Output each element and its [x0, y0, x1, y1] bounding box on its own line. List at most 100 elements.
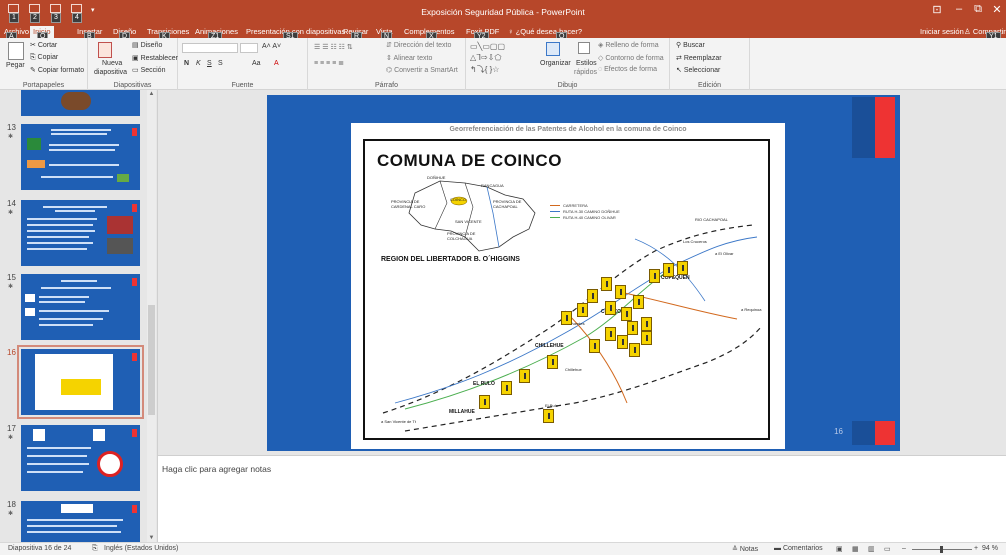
- map-title: Georreferenciación de las Patentes de Al…: [449, 126, 687, 133]
- slide-sorter-button[interactable]: ▦: [852, 545, 859, 553]
- license-marker[interactable]: [617, 335, 628, 349]
- slide-thumbnail-18[interactable]: [21, 501, 140, 542]
- arrange-icon[interactable]: [546, 42, 560, 56]
- license-marker[interactable]: [589, 339, 600, 353]
- shadow-button[interactable]: S: [218, 60, 223, 67]
- shape-effects-button[interactable]: ◌ Efectos de forma: [598, 66, 657, 73]
- comments-toggle[interactable]: ▬ Comentarios: [774, 545, 823, 552]
- current-slide[interactable]: 16 Georreferenciación de las Patentes de…: [267, 95, 900, 451]
- close-button[interactable]: ✕: [988, 3, 1006, 16]
- zoom-slider-knob[interactable]: [940, 546, 943, 553]
- slide-thumbnail[interactable]: [21, 90, 140, 116]
- license-marker[interactable]: [649, 269, 660, 283]
- license-marker[interactable]: [547, 355, 558, 369]
- map-image[interactable]: Georreferenciación de las Patentes de Al…: [351, 123, 785, 449]
- new-slide-label-2[interactable]: diapositiva: [94, 69, 127, 76]
- italic-button[interactable]: K: [196, 60, 201, 67]
- section-button[interactable]: ▭ Sección: [132, 66, 165, 74]
- layout-button[interactable]: ▤ Diseño: [132, 41, 162, 49]
- shapes-gallery-row2[interactable]: △ᒣ⇨⇩⬠: [470, 53, 501, 62]
- sign-in-link[interactable]: Iniciar sesión: [920, 27, 964, 36]
- new-slide-label[interactable]: Nueva: [102, 60, 122, 67]
- slide-thumbnail-14[interactable]: [21, 200, 140, 266]
- scroll-up-arrow[interactable]: ▲: [147, 90, 156, 98]
- slide-thumbnail-17[interactable]: [21, 425, 140, 491]
- thumbnail-scrollbar[interactable]: ▲ ▼: [147, 90, 156, 542]
- license-marker[interactable]: [577, 303, 588, 317]
- slide-thumbnail-15[interactable]: [21, 274, 140, 340]
- license-marker[interactable]: [561, 311, 572, 325]
- license-marker[interactable]: [501, 381, 512, 395]
- comment-icon: ▬: [774, 545, 783, 552]
- paste-icon[interactable]: [8, 42, 24, 60]
- replace-button[interactable]: ⇄ Reemplazar: [676, 54, 722, 62]
- zoom-in-button[interactable]: +: [974, 545, 978, 552]
- thumb-text-line: [49, 149, 115, 151]
- license-marker[interactable]: [641, 317, 652, 331]
- thumb-text-line: [27, 218, 97, 220]
- license-marker[interactable]: [479, 395, 490, 409]
- find-button[interactable]: ⚲ Buscar: [676, 41, 705, 49]
- license-marker[interactable]: [663, 263, 674, 277]
- smartart-button[interactable]: ⌬ Convertir a SmartArt: [386, 66, 458, 74]
- slide-thumbnail-pane[interactable]: 13 ✱ 14 ✱ 15 ✱ 16 17 ✱ 18 ✱ ▲ ▼: [0, 90, 158, 542]
- shape-fill-button[interactable]: ◈ Relleno de forma: [598, 41, 659, 49]
- font-color-button[interactable]: A: [274, 60, 279, 67]
- normal-view-button[interactable]: ▣: [836, 545, 843, 553]
- license-marker[interactable]: [677, 261, 688, 275]
- license-marker[interactable]: [629, 343, 640, 357]
- scroll-down-arrow[interactable]: ▼: [147, 534, 156, 542]
- spellcheck-icon[interactable]: ⎘: [92, 545, 98, 553]
- license-marker[interactable]: [621, 307, 632, 321]
- tell-me-box[interactable]: ♀ ¿Qué desea hacer?: [508, 27, 582, 36]
- slide-thumbnail-16[interactable]: [17, 345, 144, 419]
- new-slide-icon[interactable]: [98, 42, 112, 58]
- license-marker[interactable]: [641, 331, 652, 345]
- cut-button[interactable]: ✂ Cortar: [30, 41, 57, 49]
- shapes-gallery-row3[interactable]: ↰⤵{ }☆: [470, 64, 499, 75]
- license-marker[interactable]: [627, 321, 638, 335]
- notes-placeholder[interactable]: Haga clic para agregar notas: [162, 464, 271, 474]
- notes-toggle[interactable]: ≙ Notas: [732, 545, 758, 553]
- slide-thumbnail-13[interactable]: [21, 124, 140, 190]
- ribbon-display-options-button[interactable]: ⊡: [928, 3, 946, 16]
- scroll-thumb[interactable]: [148, 305, 155, 415]
- quick-styles-icon[interactable]: [578, 42, 590, 54]
- bullets-button[interactable]: ☰ ☰ ☷ ☷ ⇅: [314, 43, 353, 51]
- reset-button[interactable]: ▣ Restablecer: [132, 54, 178, 62]
- restore-button[interactable]: ⧉: [969, 3, 987, 16]
- copy-button[interactable]: ⎘ Copiar: [30, 54, 58, 62]
- align-buttons[interactable]: ≡ ≡ ≡ ≡ ≣: [314, 59, 344, 67]
- text-direction-button[interactable]: ⇵ Dirección del texto: [386, 41, 451, 49]
- quick-styles-button[interactable]: Estilos: [576, 60, 597, 67]
- language-indicator[interactable]: Inglés (Estados Unidos): [104, 545, 178, 552]
- notes-icon: ≙: [732, 546, 740, 553]
- shapes-gallery[interactable]: ▭╲▭▢▢: [470, 42, 505, 51]
- bold-button[interactable]: N: [184, 60, 189, 67]
- align-text-button[interactable]: ⇕ Alinear texto: [386, 54, 432, 62]
- license-marker[interactable]: [587, 289, 598, 303]
- license-marker[interactable]: [543, 409, 554, 423]
- zoom-out-button[interactable]: –: [902, 545, 906, 552]
- shape-outline-button[interactable]: ◇ Contorno de forma: [598, 54, 664, 62]
- license-marker[interactable]: [605, 327, 616, 341]
- zoom-level[interactable]: 94 %: [982, 545, 998, 552]
- reading-view-button[interactable]: ▥: [868, 545, 875, 553]
- slideshow-button[interactable]: ▭: [884, 545, 891, 553]
- font-family-combo[interactable]: [182, 43, 238, 53]
- minimize-button[interactable]: –: [950, 3, 968, 15]
- format-painter-button[interactable]: ✎ Copiar formato: [30, 66, 84, 74]
- license-marker[interactable]: [519, 369, 530, 383]
- underline-button[interactable]: S: [207, 60, 212, 67]
- license-marker[interactable]: [633, 295, 644, 309]
- license-marker[interactable]: [615, 285, 626, 299]
- change-case-button[interactable]: Aa: [252, 60, 261, 67]
- paste-button[interactable]: Pegar: [6, 62, 25, 69]
- license-marker[interactable]: [605, 301, 616, 315]
- select-button[interactable]: ↖ Seleccionar: [676, 66, 720, 74]
- license-marker[interactable]: [601, 277, 612, 291]
- notes-pane[interactable]: Haga clic para agregar notas: [158, 455, 1006, 542]
- font-size-combo[interactable]: [240, 43, 258, 53]
- arrange-button[interactable]: Organizar: [540, 60, 571, 67]
- grow-font-button[interactable]: A˄ A˅: [262, 43, 281, 50]
